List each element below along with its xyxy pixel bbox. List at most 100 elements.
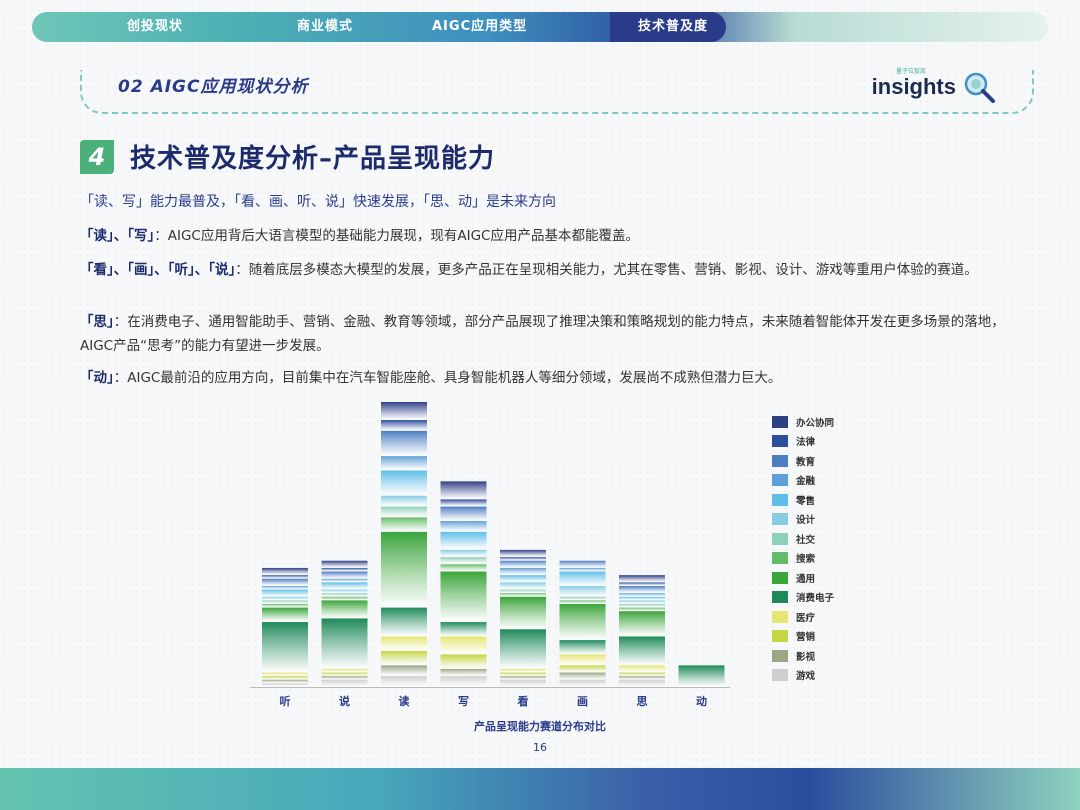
- bar-segment-听-教育: [262, 578, 308, 586]
- bar-segment-听-办公协同: [262, 567, 308, 575]
- x-tick-label: 看: [518, 694, 529, 708]
- legend-item: 搜索: [772, 549, 834, 569]
- bar-segment-说-游戏: [321, 679, 368, 687]
- bar-segment-动-消费电子: [678, 665, 725, 687]
- bar-segment-看-社交: [500, 589, 546, 593]
- paragraph-see-draw-hear-speak: 「看」、「画」、「听」、「说」：随着底层多模态大模型的发展，更多产品正在呈现相关…: [80, 258, 1005, 282]
- legend-swatch: [772, 591, 788, 604]
- legend-item: 医疗: [772, 607, 834, 627]
- legend-label: 消费电子: [796, 593, 835, 605]
- paragraph-text: ：AIGC最前沿的应用方向，目前集中在汽车智能座舱、具身智能机器人等细分领域，发…: [113, 370, 782, 386]
- legend-swatch: [772, 610, 788, 623]
- bar-segment-说-营销: [321, 672, 368, 676]
- bar-segment-听-金融: [262, 585, 308, 589]
- bar-segment-思-金融: [619, 593, 665, 597]
- bar-segment-看-设计: [500, 582, 546, 589]
- legend-item: 通用: [772, 568, 834, 588]
- paragraph-think: 「思」：在消费电子、通用智能助手、营销、金融、教育等领域，部分产品展现了推理决策…: [80, 310, 1005, 358]
- bar-segment-读-金融: [381, 456, 427, 470]
- section-title: 02 AIGC应用现状分析: [118, 77, 309, 97]
- legend-swatch: [772, 552, 788, 565]
- legend-swatch: [772, 415, 788, 428]
- page-number: 16: [533, 741, 547, 754]
- bar-segment-思-零售: [619, 596, 665, 600]
- bar-segment-说-消费电子: [321, 618, 368, 669]
- bar-segment-读-零售: [381, 470, 427, 496]
- footer-bar: [0, 768, 1080, 810]
- legend-label: 金融: [796, 476, 816, 488]
- bar-segment-写-游戏: [440, 676, 487, 687]
- x-tick-label: 说: [339, 694, 350, 708]
- bar-segment-写-设计: [440, 549, 487, 557]
- tab-business-model[interactable]: 商业模式: [297, 12, 353, 42]
- bar-segment-听-消费电子: [262, 622, 308, 672]
- bar-segment-写-社交: [440, 557, 487, 564]
- legend-item: 社交: [772, 529, 834, 549]
- bar-segment-看-办公协同: [500, 549, 546, 557]
- legend-label: 影视: [796, 651, 816, 663]
- bar-segment-说-影视: [321, 676, 368, 680]
- paragraph-lead: 「动」: [80, 370, 114, 386]
- bar-segment-写-法律: [440, 499, 487, 507]
- tab-aigc-types[interactable]: AIGC应用类型: [432, 12, 527, 42]
- bar-segment-写-营销: [440, 654, 487, 669]
- bar-segment-读-搜索: [381, 517, 427, 532]
- legend-item: 零售: [772, 490, 834, 510]
- bar-segment-写-通用: [440, 571, 487, 622]
- legend-swatch: [772, 513, 788, 526]
- bar-segment-画-影视: [559, 672, 606, 680]
- legend-label: 法律: [796, 437, 816, 449]
- paragraph-act: 「动」：AIGC最前沿的应用方向，目前集中在汽车智能座舱、具身智能机器人等细分领…: [80, 366, 1005, 390]
- tab-tech-adoption[interactable]: 技术普及度: [610, 12, 727, 42]
- bar-segment-画-通用: [559, 604, 606, 640]
- bar-segment-读-营销: [381, 650, 427, 665]
- bar-segment-写-办公协同: [440, 481, 487, 499]
- legend-item: 设计: [772, 510, 834, 530]
- legend-swatch: [772, 474, 788, 487]
- bar-segment-写-教育: [440, 506, 487, 521]
- legend-label: 通用: [796, 573, 816, 585]
- bar-segment-画-零售: [559, 571, 606, 586]
- bar-segment-读-影视: [381, 665, 427, 676]
- bar-segment-听-搜索: [262, 604, 308, 608]
- bar-segment-说-医疗: [321, 668, 368, 672]
- legend-item: 影视: [772, 646, 834, 666]
- bar-segment-读-医疗: [381, 636, 427, 651]
- logo-subtext: 量子位智库: [895, 68, 926, 75]
- heading-title: 技术普及度分析–产品呈现能力: [130, 144, 496, 174]
- bar-segment-思-法律: [619, 582, 665, 586]
- bar-segment-说-教育: [321, 571, 368, 579]
- bar-segment-思-办公协同: [619, 575, 665, 582]
- x-tick-label: 听: [280, 694, 291, 708]
- chart-xlabel: 产品呈现能力赛道分布对比: [474, 720, 606, 733]
- bar-segment-看-游戏: [500, 679, 546, 687]
- top-navigation: 创投现状 商业模式 AIGC应用类型 技术普及度: [32, 12, 1048, 42]
- paragraph-read-write: 「读」、「写」：AIGC应用背后大语言模型的基础能力展现，现有AIGC应用产品基…: [80, 224, 1005, 248]
- bar-segment-画-教育: [559, 560, 606, 568]
- logo-word: insights: [871, 74, 956, 99]
- bar-segment-看-营销: [500, 672, 546, 676]
- paragraph-lead: 「思」: [80, 314, 114, 330]
- bar-segment-听-医疗: [262, 672, 308, 676]
- bar-segment-画-营销: [559, 665, 606, 672]
- legend-item: 营销: [772, 627, 834, 647]
- legend-label: 零售: [796, 495, 816, 507]
- bar-segment-说-搜索: [321, 596, 368, 600]
- bar-segment-看-通用: [500, 596, 546, 629]
- bar-segment-看-法律: [500, 557, 546, 561]
- tab-chuangtou[interactable]: 创投现状: [127, 12, 183, 42]
- legend-item: 法律: [772, 432, 834, 452]
- x-tick-label: 思: [637, 695, 648, 708]
- subtitle: 「读、写」能力最普及，「看、画、听、说」快速发展，「思、动」是未来方向: [80, 194, 556, 210]
- bar-segment-读-游戏: [381, 676, 427, 687]
- bar-segment-说-办公协同: [321, 560, 368, 568]
- legend-label: 教育: [796, 456, 816, 468]
- bar-segment-听-通用: [262, 607, 308, 622]
- legend-label: 设计: [796, 515, 816, 527]
- bar-segment-看-搜索: [500, 593, 546, 597]
- bar-segment-说-零售: [321, 582, 368, 589]
- bar-segment-说-设计: [321, 589, 368, 593]
- bar-segment-画-搜索: [559, 600, 606, 604]
- bar-segment-看-医疗: [500, 668, 546, 672]
- paragraph-text: ：AIGC应用背后大语言模型的基础能力展现，现有AIGC应用产品基本都能覆盖。: [154, 228, 639, 244]
